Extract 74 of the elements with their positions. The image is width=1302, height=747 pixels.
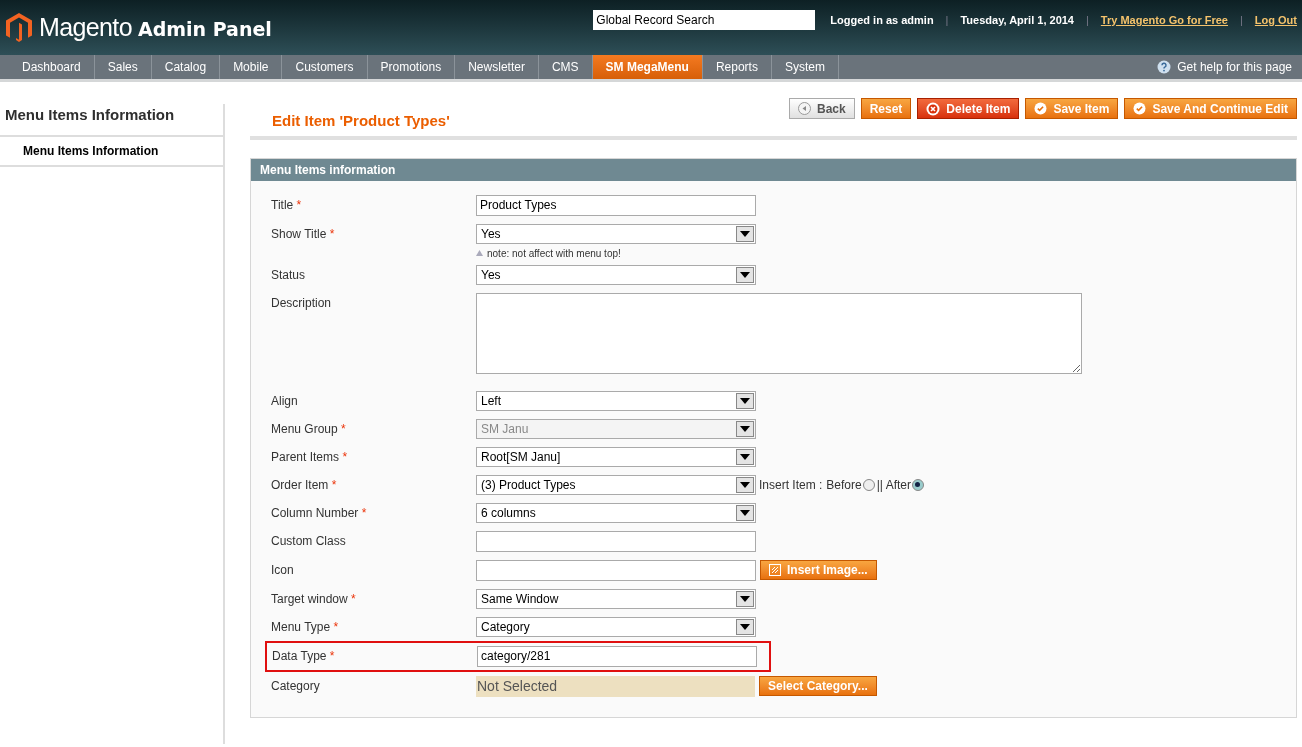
magento-logo-icon <box>5 11 33 44</box>
nav-tab[interactable]: Dashboard <box>9 55 95 79</box>
nav-tab[interactable]: Newsletter <box>455 55 539 79</box>
radio-button[interactable] <box>911 478 924 491</box>
nav-tab[interactable]: Catalog <box>151 55 221 79</box>
header-separator: | <box>1086 12 1089 28</box>
field-label: Order Item * <box>271 476 338 494</box>
category-display: Not Selected <box>476 675 755 697</box>
nav-tab[interactable]: Sales <box>94 55 152 79</box>
note-triangle-icon <box>476 250 483 256</box>
cross-circle-icon <box>926 101 941 116</box>
help-icon <box>1157 60 1172 74</box>
select-field[interactable]: Root[SM Janu] <box>476 446 756 467</box>
nav-tab[interactable]: Customers <box>282 55 368 79</box>
nav-tab[interactable]: Mobile <box>220 55 283 79</box>
field-label: Title * <box>271 196 303 214</box>
sidebar-title: Menu Items Information <box>0 104 223 137</box>
text-input[interactable] <box>476 530 756 552</box>
page-title: Edit Item 'Product Types' <box>271 111 450 131</box>
field-label: Parent Items * <box>271 448 349 466</box>
field-label: Description <box>271 294 333 312</box>
text-input[interactable]: category/281 <box>477 645 757 667</box>
field-label: Menu Group * <box>271 420 347 438</box>
header-separator: | <box>945 12 949 28</box>
checkmark-circle-icon <box>1133 102 1147 115</box>
help-link[interactable]: Get help for this page <box>1177 58 1292 76</box>
header-link[interactable]: Try Magento Go for Free <box>1100 11 1228 29</box>
nav-tab[interactable]: System <box>771 55 839 79</box>
sidebar-tab[interactable]: Menu Items Information <box>0 136 223 167</box>
field-label: Status <box>271 266 307 284</box>
action-button[interactable]: Save And Continue Edit <box>1124 98 1297 119</box>
action-button[interactable]: Reset <box>860 98 912 119</box>
select-field[interactable]: Category <box>476 616 756 637</box>
insert-image-button[interactable]: Insert Image... <box>760 560 877 580</box>
section-header: Menu Items information <box>251 158 1296 181</box>
header-info-text: Logged in as admin <box>830 12 934 28</box>
field-label: Align <box>271 392 299 410</box>
text-input[interactable]: Product Types <box>476 194 756 216</box>
radio-option-label: Before <box>826 476 862 494</box>
action-button[interactable]: Save Item <box>1025 98 1119 119</box>
select-field[interactable]: (3) Product Types <box>476 474 756 495</box>
nav-tab[interactable]: Reports <box>702 55 772 79</box>
field-label: Target window * <box>271 590 357 608</box>
select-field[interactable]: 6 columns <box>476 502 756 523</box>
checkmark-circle-icon <box>1034 102 1048 115</box>
field-label: Custom Class <box>271 532 347 550</box>
image-icon <box>769 564 781 576</box>
nav-tab[interactable]: SM MegaMenu <box>592 55 703 79</box>
field-label: Column Number * <box>271 504 368 522</box>
nav-tab[interactable]: CMS <box>538 55 593 79</box>
text-input[interactable] <box>476 559 756 581</box>
action-button[interactable]: Back <box>789 98 855 119</box>
logo-suffix: Admin Panel <box>137 16 272 42</box>
insert-item-label: Insert Item : <box>759 476 823 494</box>
radio-option-label: || After <box>876 476 911 494</box>
field-label: Show Title * <box>271 225 336 243</box>
field-note: note: not affect with menu top! <box>487 246 621 261</box>
field-label: Icon <box>271 561 295 579</box>
field-label: Category <box>271 677 321 695</box>
field-label: Data Type * <box>272 647 336 665</box>
select-field[interactable]: Yes <box>476 223 756 244</box>
logo-text: Magento <box>39 11 132 43</box>
global-search-field[interactable]: Global Record Search <box>593 10 816 30</box>
header-link[interactable]: Log Out <box>1254 11 1297 29</box>
header-separator: | <box>1240 12 1243 28</box>
select-field[interactable]: Same Window <box>476 588 756 609</box>
select-field[interactable]: Left <box>476 390 756 411</box>
select-field[interactable]: Yes <box>476 264 756 285</box>
select-category-button[interactable]: Select Category... <box>759 676 877 696</box>
header-info-text: Tuesday, April 1, 2014 <box>960 12 1074 28</box>
field-label: Menu Type * <box>271 618 340 636</box>
radio-button[interactable] <box>862 478 875 491</box>
action-button[interactable]: Delete Item <box>917 98 1020 119</box>
nav-tab[interactable]: Promotions <box>367 55 456 79</box>
